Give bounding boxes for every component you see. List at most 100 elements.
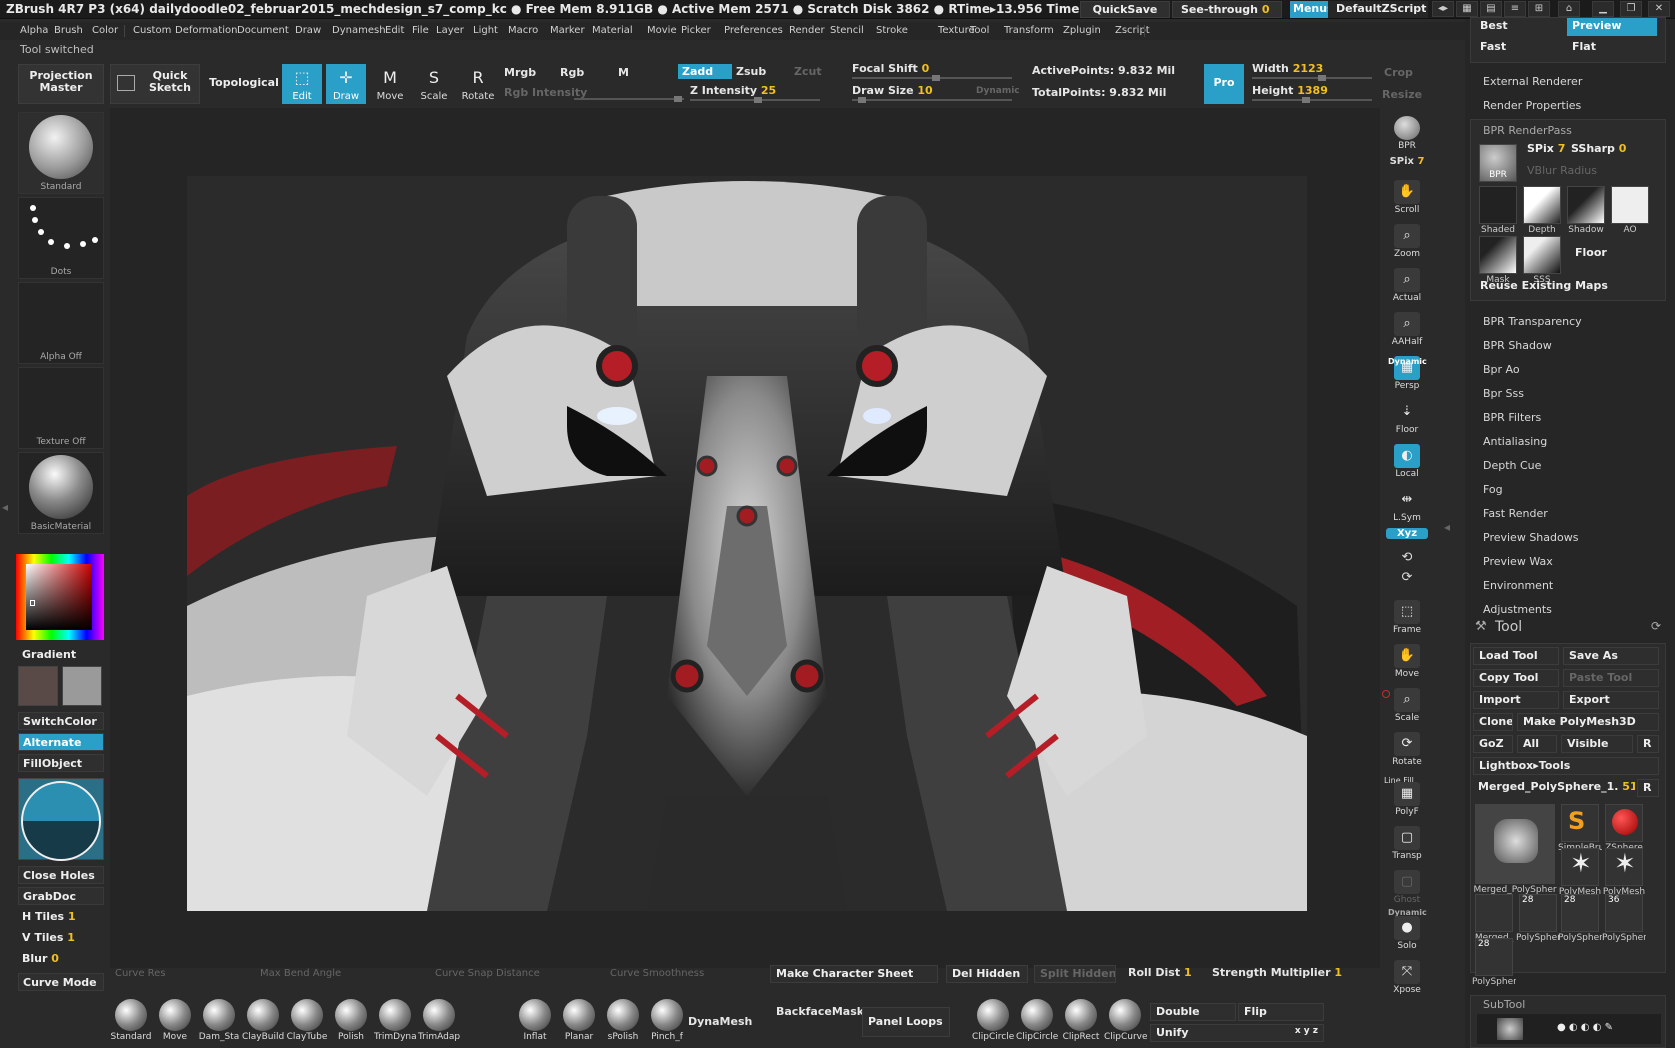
paste-tool-button[interactable]: Paste Tool <box>1563 669 1659 687</box>
vblur-radius-slider[interactable]: VBlur Radius <box>1527 164 1597 177</box>
zoom-button[interactable]: ⌕ Zoom <box>1386 222 1428 262</box>
curve-snap-distance-slider[interactable]: Curve Snap Distance <box>435 968 540 979</box>
brush-polish[interactable]: Polish <box>330 997 372 1047</box>
menu-zplugin[interactable]: Zplugin <box>1063 25 1101 36</box>
rotate-view-button[interactable]: ⟳ Rotate <box>1386 730 1428 770</box>
draw-size-slider[interactable]: Draw Size 10 <box>852 84 933 97</box>
crop-button[interactable]: Crop <box>1384 66 1413 79</box>
goz-all-button[interactable]: All <box>1517 735 1557 753</box>
dynamesh-button[interactable]: DynaMesh <box>688 1015 752 1028</box>
brush-standard[interactable]: Standard <box>110 997 152 1047</box>
render-preview-button[interactable]: Preview <box>1567 18 1657 36</box>
subtool-visibility-icons[interactable]: ● ◐ ◐ ◐ ✎ <box>1557 1022 1613 1033</box>
goz-visible-button[interactable]: Visible <box>1561 735 1633 753</box>
transp-button[interactable]: ▢ Transp <box>1386 824 1428 864</box>
curve-smoothness-slider[interactable]: Curve Smoothness <box>610 968 704 979</box>
external-renderer-item[interactable]: External Renderer <box>1483 75 1582 88</box>
menu-icon[interactable]: ≡ <box>1504 1 1526 17</box>
lightbox-tools-button[interactable]: Lightbox▸Tools <box>1473 757 1659 775</box>
rotate-y-button[interactable]: ⟲ <box>1386 550 1428 568</box>
topological-button[interactable]: Topological <box>204 64 284 104</box>
z-intensity-slider[interactable]: Z Intensity 25 <box>690 84 776 97</box>
export-button[interactable]: Export <box>1563 691 1659 709</box>
menu-macro[interactable]: Macro <box>508 25 538 36</box>
doc-width-knob[interactable] <box>1318 75 1326 81</box>
zadd-button[interactable]: Zadd <box>678 64 732 79</box>
clone-button[interactable]: Clone <box>1473 713 1513 731</box>
gradient-toggle[interactable]: Gradient <box>18 646 104 664</box>
import-button[interactable]: Import <box>1473 691 1559 709</box>
menu-picker[interactable]: Picker <box>681 25 711 36</box>
rotate-z-button[interactable]: ⟳ <box>1386 570 1428 588</box>
menu-light[interactable]: Light <box>473 25 498 36</box>
menu-document[interactable]: Document <box>237 25 289 36</box>
unify-button[interactable]: Unify x y z <box>1150 1024 1324 1042</box>
menu-layer[interactable]: Layer <box>436 25 464 36</box>
main-color-swatch[interactable] <box>18 666 58 706</box>
rgb-button[interactable]: Rgb <box>560 66 584 79</box>
refresh-icon[interactable]: ⟳ <box>1651 619 1661 633</box>
render-item-bpr-ao[interactable]: Bpr Ao <box>1483 363 1520 376</box>
brush-move[interactable]: Move <box>154 997 196 1047</box>
render-item-bpr-filters[interactable]: BPR Filters <box>1483 411 1541 424</box>
clip-brush-1[interactable]: ClipCircle <box>1016 997 1058 1047</box>
subtool-title[interactable]: SubTool <box>1483 998 1525 1011</box>
bpr-button[interactable]: BPR <box>1386 114 1428 154</box>
actual-button[interactable]: ⌕ Actual <box>1386 266 1428 306</box>
render-item-environment[interactable]: Environment <box>1483 579 1553 592</box>
save-as-button[interactable]: Save As <box>1563 647 1659 665</box>
blur-slider[interactable]: Blur 0 <box>18 950 104 968</box>
brush-claybuild[interactable]: ClayBuild <box>242 997 284 1047</box>
tool-thumb-polysphere-4[interactable]: 28 PolySpher <box>1472 938 1516 987</box>
pro-button[interactable]: Pro <box>1204 64 1244 104</box>
focal-shift-knob[interactable] <box>932 75 940 81</box>
alpha-selector[interactable]: Alpha Off <box>18 282 104 364</box>
menu-file[interactable]: File <box>412 25 429 36</box>
draw-size-knob[interactable] <box>858 97 866 103</box>
tool-thumb-polymesh-1[interactable]: ✶ PolyMesh <box>1559 848 1601 897</box>
quicksave-button[interactable]: QuickSave <box>1080 1 1170 18</box>
m-button[interactable]: M <box>618 66 629 79</box>
menu-preferences[interactable]: Preferences <box>724 25 783 36</box>
arrow-left-icon[interactable]: ◂▸ <box>1432 1 1454 17</box>
curve-res-slider[interactable]: Curve Res <box>115 968 166 979</box>
colors-icon[interactable]: ▤ <box>1480 1 1502 17</box>
bpr-render-button[interactable]: BPR <box>1479 144 1517 182</box>
brush-trimadap[interactable]: TrimAdap <box>418 997 460 1047</box>
tool-palette-title[interactable]: Tool <box>1495 619 1522 635</box>
clip-brush-2[interactable]: ClipRect <box>1060 997 1102 1047</box>
polyf-button[interactable]: ▦ PolyF <box>1386 780 1428 820</box>
menu-movie[interactable]: Movie <box>647 25 677 36</box>
pass-mask[interactable]: Mask <box>1479 236 1517 285</box>
scale-button[interactable]: S Scale <box>414 64 454 104</box>
reuse-maps-button[interactable]: Reuse Existing Maps <box>1475 278 1661 296</box>
curve-mode-button[interactable]: Curve Mode <box>18 973 104 991</box>
menu-alpha[interactable]: Alpha <box>20 25 48 36</box>
solo-button[interactable]: ● Solo <box>1386 914 1428 954</box>
mrgb-button[interactable]: Mrgb <box>504 66 536 79</box>
menu-stencil[interactable]: Stencil <box>830 25 864 36</box>
color-cursor[interactable] <box>30 600 35 606</box>
draw-button[interactable]: ✛ Draw <box>326 64 366 104</box>
copy-tool-button[interactable]: Copy Tool <box>1473 669 1559 687</box>
layout-icon[interactable]: ▦ <box>1456 1 1478 17</box>
render-item-preview-shadows[interactable]: Preview Shadows <box>1483 531 1578 544</box>
panel-loops-button[interactable]: Panel Loops <box>862 1007 950 1037</box>
lock-icon[interactable]: ⌂ <box>1558 1 1580 17</box>
subtool-item[interactable]: ● ◐ ◐ ◐ ✎ <box>1477 1014 1661 1044</box>
stroke-selector[interactable]: Dots <box>18 197 104 279</box>
tool-thumb-merged[interactable]: Merged_PolySpher <box>1473 804 1557 895</box>
projection-master-button[interactable]: Projection Master <box>18 64 104 104</box>
local-button[interactable]: ◐ Local <box>1386 442 1428 482</box>
menu-tool[interactable]: Tool <box>970 25 989 36</box>
scale-view-button[interactable]: ⌕ Scale <box>1386 686 1428 726</box>
collapse-arrow-icon[interactable]: ◂ <box>1444 520 1450 534</box>
texture-selector[interactable]: Texture Off <box>18 367 104 449</box>
split-hidden-button[interactable]: Split Hidden <box>1034 965 1116 983</box>
menu-draw[interactable]: Draw <box>295 25 321 36</box>
menu-brush[interactable]: Brush <box>54 25 83 36</box>
focal-shift-track[interactable] <box>852 75 1012 81</box>
draw-size-track[interactable] <box>852 97 1012 103</box>
doc-height-track[interactable] <box>1252 97 1372 103</box>
frame-button[interactable]: ⬚ Frame <box>1386 598 1428 638</box>
